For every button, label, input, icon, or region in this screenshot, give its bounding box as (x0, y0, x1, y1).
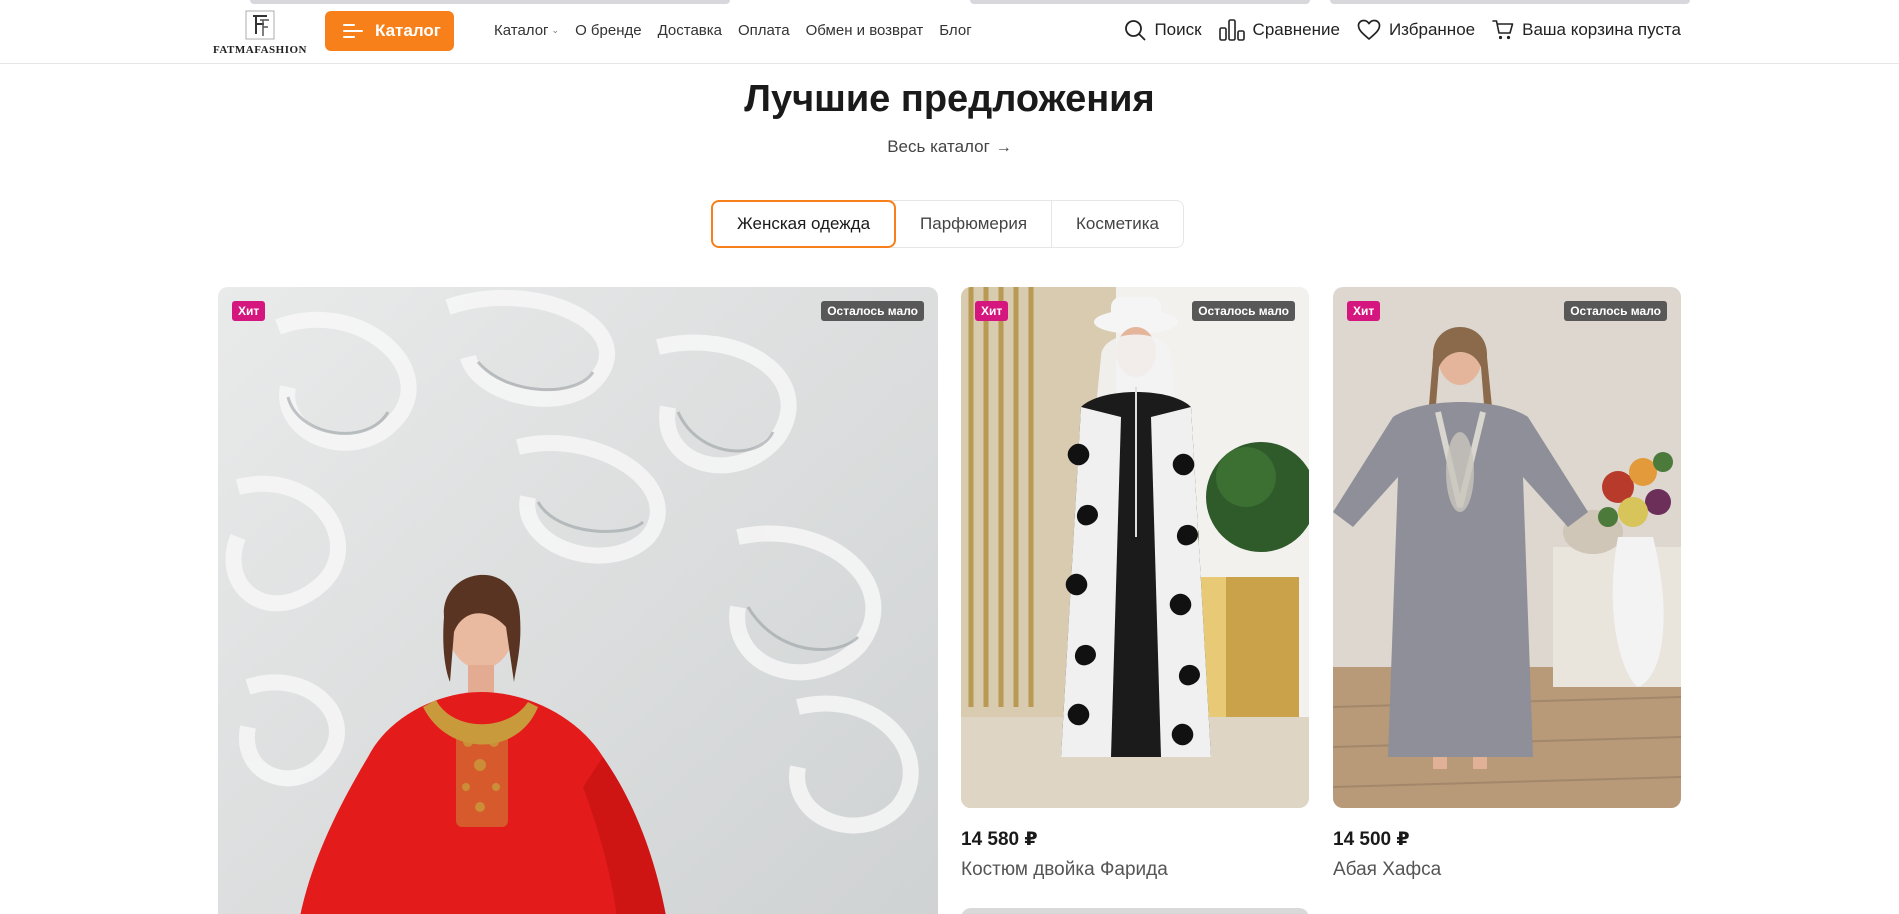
catalog-button[interactable]: Каталог (325, 11, 454, 51)
nav-item-delivery[interactable]: Доставка (658, 22, 722, 39)
section-title: Лучшие предложения (744, 78, 1155, 120)
all-catalog-label: Весь каталог (887, 137, 990, 156)
product-image[interactable] (1333, 287, 1681, 808)
search-icon (1125, 20, 1146, 41)
nav-item-blog[interactable]: Блог (939, 22, 971, 39)
favorites-label: Избранное (1388, 20, 1476, 39)
product-image[interactable] (218, 287, 938, 914)
nav-label: Каталог (494, 22, 549, 39)
nav-item-about[interactable]: О бренде (575, 22, 642, 39)
product-card[interactable]: Хит Осталось мало 14 500 ₽ Абая Хафса (1333, 287, 1681, 887)
nav-item-returns[interactable]: Обмен и возврат (806, 22, 924, 39)
compare-button[interactable]: Сравнение (1218, 19, 1340, 41)
heart-icon (1357, 19, 1381, 40)
all-catalog-link[interactable]: Весь каталог → (0, 137, 1899, 157)
nav-label: Оплата (738, 22, 790, 39)
nav-label: Блог (939, 22, 972, 39)
hit-badge: Хит (975, 301, 1009, 321)
product-name[interactable]: Абая Хафса (1333, 859, 1441, 881)
menu-icon (343, 24, 363, 38)
compare-label: Сравнение (1252, 20, 1340, 39)
tab-perfume[interactable]: Парфюмерия (896, 201, 1053, 247)
nav-label: Обмен и возврат (805, 22, 924, 39)
site-header: FATMAFASHION Каталог Каталог ⌄ О бренде Д… (0, 0, 1899, 64)
nav-item-payment[interactable]: Оплата (738, 22, 790, 39)
tab-womens-clothing[interactable]: Женская одежда (711, 200, 897, 248)
nav-item-catalog[interactable]: Каталог ⌄ (494, 22, 559, 39)
catalog-button-label: Каталог (375, 21, 441, 40)
cart-label: Ваша корзина пуста (1522, 20, 1681, 39)
hit-badge: Хит (1347, 301, 1381, 321)
nav-label: О бренде (575, 22, 642, 39)
cart-icon (1492, 20, 1514, 40)
hit-badge: Хит (232, 301, 266, 321)
scrolled-content-strip (250, 0, 730, 4)
brand-logo[interactable]: FATMAFASHION (213, 10, 307, 58)
chevron-down-icon: ⌄ (551, 25, 560, 35)
product-card-next-row[interactable] (961, 908, 1309, 914)
compare-icon (1218, 19, 1245, 41)
scrolled-content-strip (1330, 0, 1690, 4)
header-actions: Поиск Сравнение Избранное Ваша корзина п… (1124, 19, 1681, 41)
nav-label: Доставка (657, 22, 722, 39)
logo-wordmark: FATMAFASHION (213, 44, 307, 56)
product-name[interactable]: Костюм двойка Фарида (961, 859, 1168, 881)
low-stock-badge: Осталось мало (1564, 301, 1667, 321)
low-stock-badge: Осталось мало (821, 301, 924, 321)
scrolled-content-strip (970, 0, 1310, 4)
product-price: 14 500 ₽ (1333, 829, 1410, 850)
tab-cosmetics[interactable]: Косметика (1052, 201, 1183, 247)
product-card[interactable]: Хит Осталось мало (218, 287, 938, 914)
cart-button[interactable]: Ваша корзина пуста (1492, 19, 1681, 41)
product-card[interactable]: Хит Осталось мало 14 580 ₽ Костюм двойка… (961, 287, 1309, 887)
search-button[interactable]: Поиск (1124, 19, 1202, 41)
arrow-right-icon: → (995, 139, 1012, 156)
favorites-button[interactable]: Избранное (1357, 19, 1475, 41)
category-tabs: Женская одежда Парфюмерия Косметика (711, 200, 1185, 248)
main-nav: Каталог ⌄ О бренде Доставка Оплата Обмен … (494, 22, 972, 39)
product-image[interactable] (961, 287, 1309, 808)
logo-monogram-icon (245, 10, 275, 40)
product-price: 14 580 ₽ (961, 829, 1038, 850)
search-label: Поиск (1154, 20, 1202, 39)
low-stock-badge: Осталось мало (1192, 301, 1295, 321)
